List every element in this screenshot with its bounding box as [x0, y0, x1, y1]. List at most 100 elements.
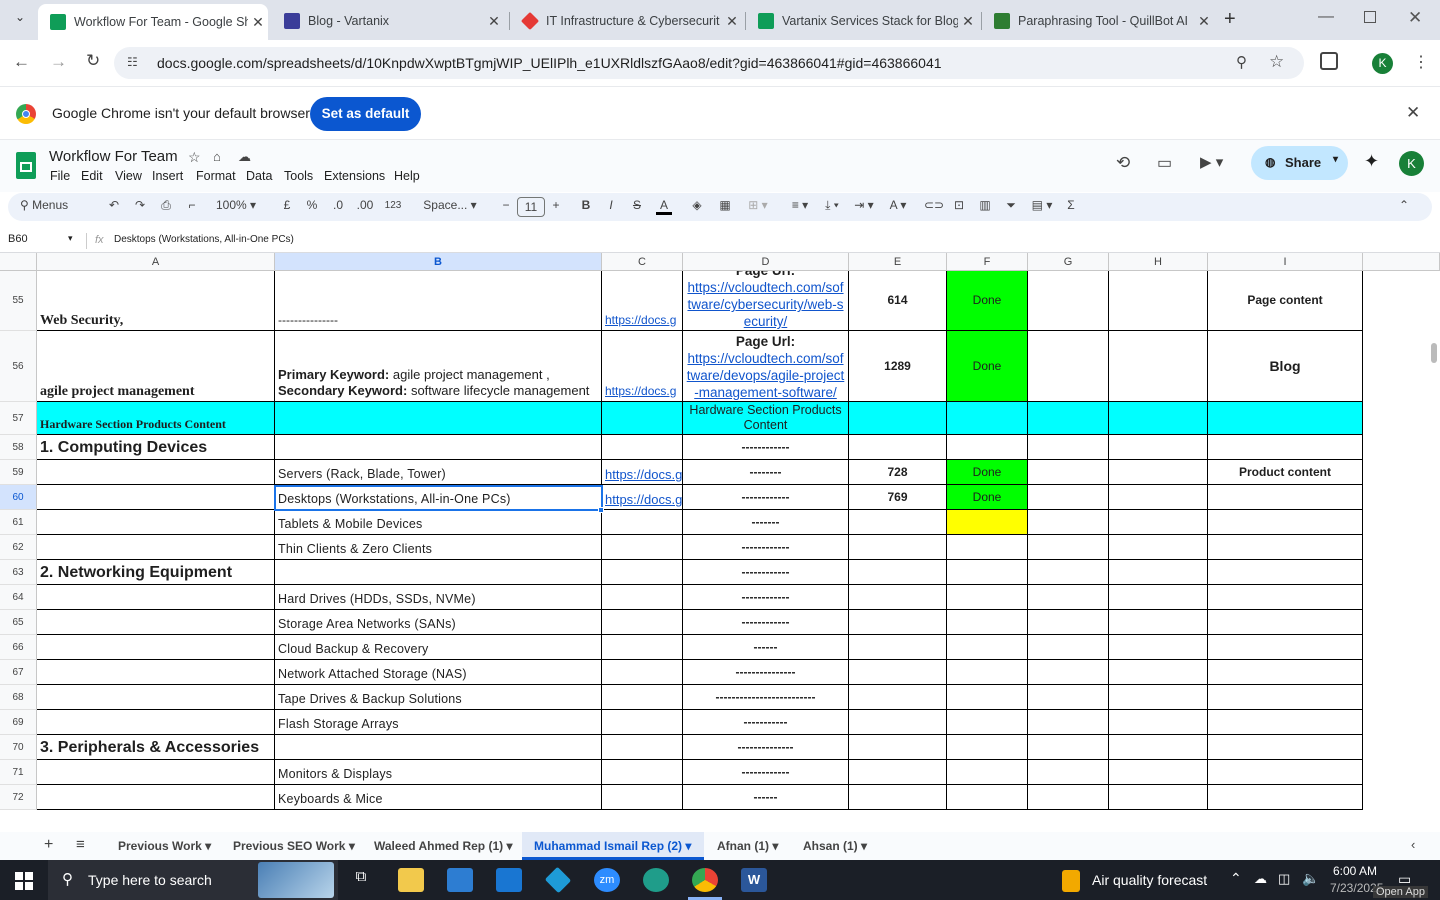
row-header[interactable]: 55 [0, 271, 37, 331]
status-done-cell[interactable]: Done [947, 460, 1028, 485]
zoom-icon[interactable]: ⚲ [1236, 53, 1247, 71]
cell-a69[interactable] [37, 710, 275, 735]
cell-d56[interactable]: Page Url: https://vcloudtech.com/softwar… [683, 331, 849, 402]
cell-h58[interactable] [1109, 435, 1208, 460]
sheet-tab[interactable]: Afnan (1) ▾ [717, 839, 778, 853]
cell-c63[interactable] [602, 560, 683, 585]
cell-f63[interactable] [947, 560, 1028, 585]
url-bar[interactable]: ☷ docs.google.com/spreadsheets/d/10Knpdw… [114, 47, 1304, 79]
cell-b69[interactable]: Flash Storage Arrays [275, 710, 602, 735]
meet-icon[interactable]: ▶ ▾ [1200, 153, 1223, 171]
all-sheets-icon[interactable]: ≡ [76, 836, 85, 853]
row-header[interactable]: 66 [0, 635, 37, 660]
zoom-app-icon[interactable]: zm [594, 868, 620, 892]
menu-insert[interactable]: Insert [152, 169, 183, 183]
cell-f71[interactable] [947, 760, 1028, 785]
chrome-menu-icon[interactable]: ⋮ [1413, 52, 1429, 72]
spreadsheet-grid[interactable]: A B C D E F G H I 55 Web Security, -----… [0, 253, 1440, 821]
cell-a67[interactable] [37, 660, 275, 685]
cell-f64[interactable] [947, 585, 1028, 610]
profile-avatar[interactable]: K [1372, 53, 1393, 74]
cell-b65[interactable]: Storage Area Networks (SANs) [275, 610, 602, 635]
cell-f70[interactable] [947, 735, 1028, 760]
cell-g69[interactable] [1028, 710, 1109, 735]
increase-decimal-button[interactable]: .00 [354, 198, 376, 212]
italic-icon[interactable]: I [604, 198, 618, 212]
browser-tab-it-infra[interactable]: IT Infrastructure & Cybersecurit ✕ [510, 6, 742, 36]
cell-b71[interactable]: Monitors & Displays [275, 760, 602, 785]
cell-h64[interactable] [1109, 585, 1208, 610]
close-icon[interactable]: ✕ [484, 13, 504, 30]
cell-h59[interactable] [1109, 460, 1208, 485]
cell-a66[interactable] [37, 635, 275, 660]
cell-d57[interactable]: Hardware Section Products Content [683, 402, 849, 435]
wifi-icon[interactable]: ◫ [1278, 871, 1290, 887]
cell-g58[interactable] [1028, 435, 1109, 460]
merge-cells-icon[interactable]: ⊞ ▾ [744, 198, 772, 212]
strikethrough-icon[interactable]: S [630, 198, 644, 212]
reload-icon[interactable]: ↻ [86, 51, 100, 71]
cell-b62[interactable]: Thin Clients & Zero Clients [275, 535, 602, 560]
browser-tab-sheets[interactable]: Workflow For Team - Google Sh ✕ [38, 4, 268, 40]
row-header[interactable]: 57 [0, 402, 37, 435]
clock-time[interactable]: 6:00 AM [1333, 864, 1377, 878]
cell-a60[interactable] [37, 485, 275, 510]
chrome-taskbar-icon[interactable] [692, 868, 718, 892]
cell-g70[interactable] [1028, 735, 1109, 760]
cell-e69[interactable] [849, 710, 947, 735]
row-header[interactable]: 63 [0, 560, 37, 585]
column-header-f[interactable]: F [947, 253, 1028, 271]
cell-e67[interactable] [849, 660, 947, 685]
cell-i63[interactable] [1208, 560, 1363, 585]
cell-b70[interactable] [275, 735, 602, 760]
cell-a56[interactable]: agile project management [37, 331, 275, 402]
cell-d66[interactable]: ------ [683, 635, 849, 660]
column-header-i[interactable]: I [1208, 253, 1363, 271]
menu-tools[interactable]: Tools [284, 169, 313, 183]
cell-d61[interactable]: ------- [683, 510, 849, 535]
extensions-icon[interactable] [1320, 52, 1338, 70]
filter-icon[interactable]: ⏷ [1003, 198, 1019, 213]
menu-view[interactable]: View [115, 169, 142, 183]
search-menus[interactable]: ⚲ Menus [20, 198, 100, 212]
cell-h67[interactable] [1109, 660, 1208, 685]
back-icon[interactable]: ← [13, 52, 30, 72]
cell-g60[interactable] [1028, 485, 1109, 510]
set-default-button[interactable]: Set as default [310, 97, 421, 131]
cell-c60[interactable]: https://docs.g [602, 485, 683, 510]
browser-tab-services[interactable]: Vartanix Services Stack for Blog ✕ [746, 6, 978, 36]
status-done-cell[interactable]: Done [947, 485, 1028, 510]
cell-f61[interactable] [947, 510, 1028, 535]
cell-i70[interactable] [1208, 735, 1363, 760]
banner-close-icon[interactable]: ✕ [1406, 103, 1420, 123]
cell-c72[interactable] [602, 785, 683, 810]
filter-views-icon[interactable]: ▤ ▾ [1028, 198, 1056, 212]
cell-h61[interactable] [1109, 510, 1208, 535]
column-header-b[interactable]: B [275, 253, 602, 271]
browser-tab-quillbot[interactable]: Paraphrasing Tool - QuillBot AI ✕ [982, 6, 1214, 36]
row-header[interactable]: 58 [0, 435, 37, 460]
menu-help[interactable]: Help [394, 169, 420, 183]
cell-g63[interactable] [1028, 560, 1109, 585]
cell-i60[interactable] [1208, 485, 1363, 510]
sheet-tab[interactable]: Ahsan (1) ▾ [803, 839, 867, 853]
open-app-overlay[interactable]: Open App [1373, 886, 1428, 898]
mail-icon[interactable] [496, 868, 522, 892]
share-dropdown-icon[interactable]: ▾ [1333, 154, 1338, 165]
cell-i72[interactable] [1208, 785, 1363, 810]
sheet-tab[interactable]: Previous Work ▾ [118, 839, 211, 853]
cell-e60[interactable]: 769 [849, 485, 947, 510]
row-header[interactable]: 60 [0, 485, 37, 510]
zoom-select[interactable]: 100% ▾ [211, 198, 261, 212]
cell-b57[interactable] [275, 402, 602, 435]
url-text[interactable]: docs.google.com/spreadsheets/d/10KnpdwXw… [157, 55, 942, 71]
column-header-e[interactable]: E [849, 253, 947, 271]
cell-c68[interactable] [602, 685, 683, 710]
row-header[interactable]: 70 [0, 735, 37, 760]
cell-e56[interactable]: 1289 [849, 331, 947, 402]
font-size-increase-icon[interactable]: + [550, 198, 562, 212]
window-close-icon[interactable]: ✕ [1408, 8, 1422, 28]
cell-f62[interactable] [947, 535, 1028, 560]
cell-e72[interactable] [849, 785, 947, 810]
move-icon[interactable]: ⌂ [213, 149, 221, 164]
